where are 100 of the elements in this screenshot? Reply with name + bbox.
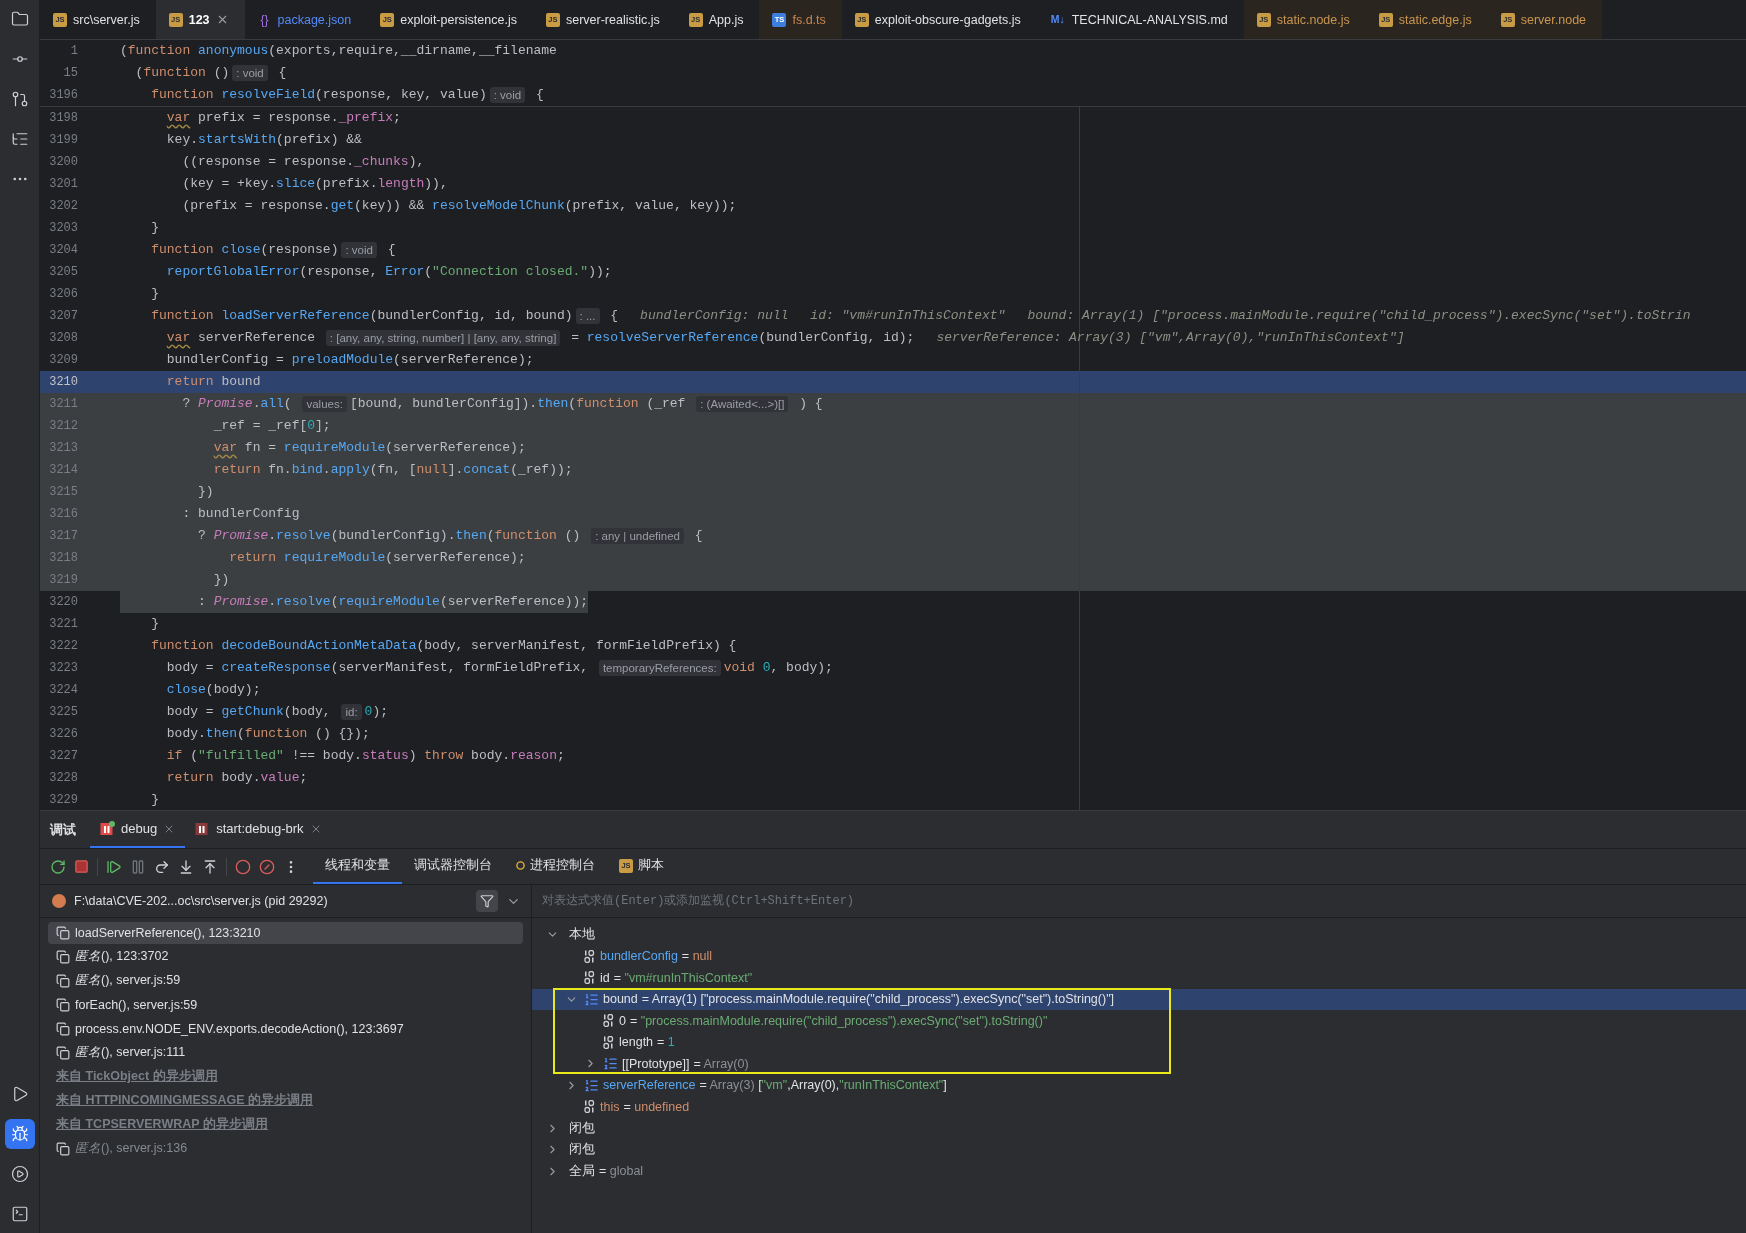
line-number: 3215 (49, 484, 78, 501)
frame-icon (56, 1045, 70, 1060)
line-number: 3210 (49, 374, 78, 391)
variable-value: = 1 (657, 1035, 675, 1050)
line-number: 3217 (49, 528, 78, 545)
code-text: var prefix = response._prefix; (166, 109, 401, 127)
line-number: 3209 (49, 352, 78, 369)
resume-icon[interactable] (106, 858, 122, 875)
line-number: 3205 (49, 264, 78, 281)
code-text: void 0, body); (723, 659, 833, 677)
line-number: 3196 (49, 87, 78, 104)
line-number: 3212 (49, 418, 78, 435)
code-text: }) (198, 483, 214, 501)
code-text: (function anonymous(exports,require,__dirname,__filename (120, 42, 557, 60)
code-text: body = createResponse(serverManifest, formFieldPrefix, (166, 659, 590, 677)
session-icon (100, 821, 115, 836)
process-icon (516, 861, 525, 870)
code-text: : bundlerConfig (182, 505, 300, 523)
inlay-hint: : [any, any, string, number] | [any, any, string] (325, 330, 561, 346)
line-number: 3214 (49, 462, 78, 479)
stack-frame[interactable]: 匿名(), server.js:136 (48, 1138, 523, 1160)
variable-value: = global (599, 1164, 644, 1179)
code-text: } (151, 615, 160, 633)
status-dot (52, 894, 66, 908)
session-tab[interactable]: start:debug-brk (185, 811, 332, 848)
array-icon (584, 991, 599, 1007)
variable-name: [[Prototype]] (622, 1056, 690, 1071)
editor-tab[interactable]: {} package.json (244, 0, 368, 39)
code-text: { (386, 241, 396, 259)
code-text: (function () (135, 64, 230, 82)
breakpoints-icon[interactable] (235, 858, 251, 875)
line-number: 3218 (49, 550, 78, 567)
session-tab[interactable]: debug (90, 811, 186, 848)
line-number: 3228 (49, 770, 78, 787)
inlay-hint: values: (302, 396, 347, 412)
code-text: function decodeBoundActionMetaData(body, serverManifest, formFieldPrefix) { (151, 637, 737, 655)
line-number: 3200 (49, 154, 78, 171)
line-number: 3203 (49, 220, 78, 237)
code-text: { (277, 64, 287, 82)
inline-value: bundlerConfig: null (640, 307, 789, 325)
view-tab[interactable]: 进程控制台 (504, 849, 607, 884)
line-number: 3208 (49, 330, 78, 347)
panel-title: 调试 (50, 820, 76, 839)
stack-frame[interactable]: forEach(), server.js:59 (48, 994, 523, 1016)
variable-name: this (600, 1099, 620, 1114)
selected-tree-row[interactable]: bound = Array(1) ["process.mainModule.require("child_process").execSync("set").toString()"] (532, 988, 1746, 1010)
view-tab[interactable]: 调试器控制台 (402, 849, 504, 884)
stop-icon[interactable] (74, 859, 89, 874)
variable-name: id (600, 970, 610, 985)
code-text: ? Promise.all( (182, 395, 293, 413)
code-text: key.startsWith(prefix) && (166, 131, 362, 149)
stack-frame[interactable]: 匿名(), server.js:59 (48, 970, 523, 992)
inline-value: bound: Array(1) ["process.mainModule.require("child_process").execSync("set").toStrin (1027, 307, 1691, 325)
line-number: 3225 (49, 704, 78, 721)
variable-value: = "vm#runInThisContext" (613, 970, 753, 985)
line-number: 3227 (49, 748, 78, 765)
primitive-icon (603, 1014, 615, 1028)
primitive-icon (584, 949, 596, 963)
frame-icon (56, 973, 70, 988)
view-tab[interactable]: 线程和变量 (313, 849, 402, 884)
rerun-icon[interactable] (50, 858, 66, 875)
frame-icon (56, 997, 70, 1012)
stack-frame[interactable]: loadServerReference(), 123:3210 (48, 922, 523, 944)
inlay-hint: : (Awaited<...>)[] (696, 396, 789, 412)
variable-name: bundlerConfig (600, 949, 678, 964)
variable-value: = Array(3) ["vm",Array(0),"runInThisContext"] (699, 1078, 947, 1093)
code-text: (prefix = response.get(key)) && resolveModelChunk(prefix, value, key)); (182, 197, 737, 215)
editor-tab[interactable]: M↓ TECHNICAL-ANALYSIS.md (1036, 0, 1244, 39)
inlay-hint: : any | undefined (591, 528, 684, 544)
line-number: 3204 (49, 242, 78, 259)
stack-frame[interactable]: 匿名(), server.js:111 (48, 1042, 523, 1064)
inlay-hint: : void (232, 65, 268, 81)
variable-name: length (619, 1035, 654, 1050)
line-number: 3219 (49, 572, 78, 589)
line-number: 1 (70, 43, 78, 60)
line-number: 3226 (49, 726, 78, 743)
pause-icon[interactable] (130, 858, 146, 875)
line-number: 3201 (49, 176, 78, 193)
frame-icon (56, 1141, 70, 1156)
step-into-icon[interactable] (178, 858, 194, 875)
code-text: ((response = response._chunks), (182, 153, 425, 171)
code-text: _ref = _ref[0]; (213, 417, 331, 435)
line-number: 3221 (49, 616, 78, 633)
code-text: function loadServerReference(bundlerConfig, id, bound) (151, 307, 573, 325)
mute-breakpoints-icon[interactable] (259, 858, 275, 875)
step-over-icon[interactable] (154, 858, 170, 875)
primitive-icon (584, 1100, 596, 1114)
variable-name: 本地 (569, 926, 595, 944)
thread-label: F:\data\CVE-202...oc\src\server.js (pid 29292) (74, 894, 328, 908)
filter-button[interactable] (476, 890, 498, 912)
stack-frame[interactable]: process.env.NODE_ENV.exports.decodeAction(), 123:3697 (48, 1018, 523, 1040)
line-number: 3202 (49, 198, 78, 215)
code-text: ? Promise.resolve(bundlerConfig).then(function () (198, 527, 582, 545)
step-out-icon[interactable] (202, 858, 218, 875)
code-text: } (151, 219, 160, 237)
line-number: 3224 (49, 682, 78, 699)
stack-frame[interactable]: 匿名(), 123:3702 (48, 946, 523, 968)
code-text: reportGlobalError(response, Error("Connection closed.")); (166, 263, 612, 281)
bug-icon[interactable] (4, 1119, 35, 1149)
line-number: 3198 (49, 110, 78, 127)
